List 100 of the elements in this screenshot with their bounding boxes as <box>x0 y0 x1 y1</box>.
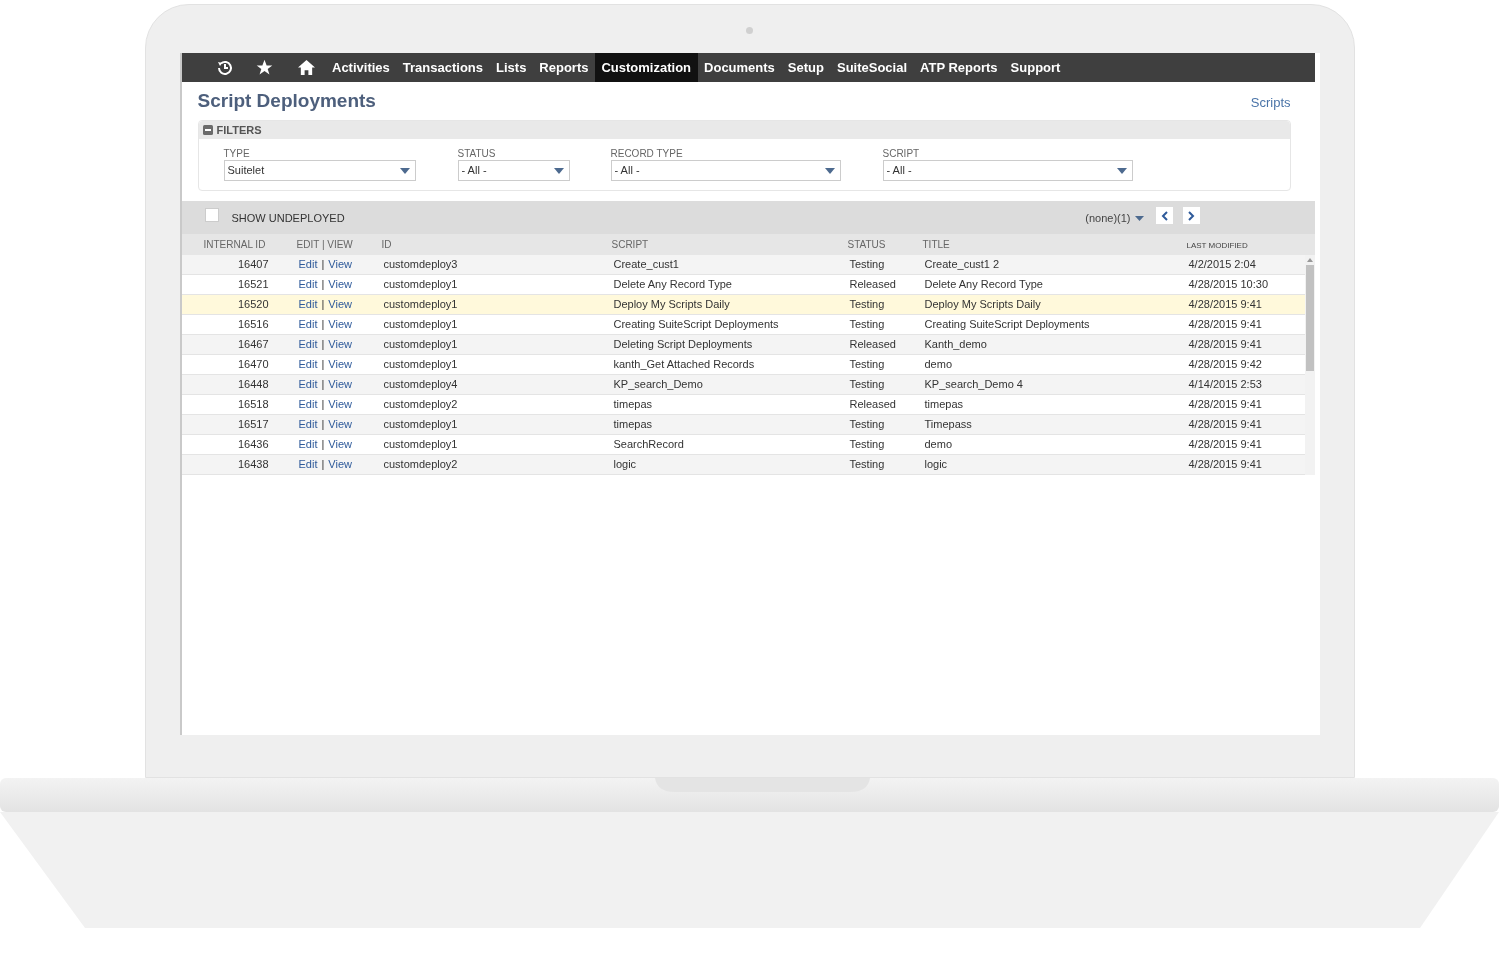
table-cell: Testing <box>849 458 885 471</box>
nav-menu-item[interactable]: SuiteSocial <box>830 53 914 82</box>
dropdown-arrow-icon <box>553 167 564 174</box>
nav-menu-item[interactable]: Transactions <box>396 53 490 82</box>
table-cell: demo <box>924 358 953 371</box>
view-link[interactable]: View <box>328 336 352 353</box>
table-cell-text: 16521 <box>237 277 269 293</box>
table-cell: Delete Any Record Type <box>924 278 1043 291</box>
table-cell: Testing <box>849 358 885 371</box>
dropdown-field[interactable]: - All - <box>882 160 1133 181</box>
view-link[interactable]: View <box>328 356 352 373</box>
dropdown-arrow-icon <box>1134 216 1144 221</box>
table-cell: Testing <box>849 318 885 331</box>
nav-menu-item[interactable]: Activities <box>325 53 397 82</box>
table-cell: Creating SuiteScript Deployments <box>613 318 779 331</box>
previous-page-button[interactable] <box>1155 207 1173 224</box>
edit-link[interactable]: Edit <box>298 376 318 393</box>
dropdown-field[interactable]: - All - <box>610 160 841 181</box>
table-row[interactable]: 16517 Edit | View customdeploy1 timepas Testing Timepass 4/28/2015 9:41 <box>181 415 1305 435</box>
scripts-link[interactable]: Scripts <box>1250 93 1291 113</box>
column-header[interactable]: SCRIPT <box>611 239 649 250</box>
edit-link[interactable]: Edit <box>298 276 318 293</box>
nav-menu-item[interactable]: Lists <box>489 53 533 82</box>
dropdown-field[interactable]: Suitelet <box>223 160 416 181</box>
view-link[interactable]: View <box>328 456 352 473</box>
filters-header[interactable]: FILTERS <box>198 121 1290 139</box>
edit-link[interactable]: Edit <box>298 436 318 453</box>
table-cell: SearchRecord <box>613 438 684 451</box>
table-cell: timepas <box>924 398 964 411</box>
edit-link[interactable]: Edit <box>298 296 318 313</box>
table-cell: Deploy My Scripts Daily <box>613 298 730 311</box>
edit-link[interactable]: Edit <box>298 416 318 433</box>
scrollbar-thumb[interactable] <box>1305 265 1314 371</box>
dropdown-arrow-icon <box>824 167 835 174</box>
table-row[interactable]: 16438 Edit | View customdeploy2 logic Testing logic 4/28/2015 9:41 <box>181 455 1305 475</box>
table-cell: kanth_Get Attached Records <box>613 358 755 371</box>
column-header[interactable]: TITLE <box>922 239 950 250</box>
home-icon[interactable] <box>296 59 316 76</box>
table-cell: 4/14/2015 2:53 <box>1188 378 1262 391</box>
checkbox-label: SHOW UNDEPLOYED <box>231 211 345 227</box>
view-link[interactable]: View <box>328 276 352 293</box>
edit-link[interactable]: Edit <box>298 396 318 413</box>
history-icon[interactable] <box>215 58 234 77</box>
table-cell: Testing <box>849 438 885 451</box>
column-header[interactable]: EDIT | VIEW <box>296 239 353 250</box>
table-cell: customdeploy2 <box>383 398 458 411</box>
table-row[interactable]: 16407 Edit | View customdeploy3 Create_cust1 Testing Create_cust1 2 4/2/2015 2:04 <box>181 255 1305 275</box>
table-row[interactable]: 16448 Edit | View customdeploy4 KP_search_Demo Testing KP_search_Demo 4 4/14/2015 2:53 <box>181 375 1305 395</box>
link-separator: | <box>321 297 325 313</box>
edit-link[interactable]: Edit <box>298 316 318 333</box>
field-label: TYPE <box>223 148 251 160</box>
table-cell: Released <box>849 398 896 411</box>
table-cell: customdeploy1 <box>383 278 458 291</box>
table-cell: 4/28/2015 9:42 <box>1188 358 1262 371</box>
view-link[interactable]: View <box>328 256 352 273</box>
view-link[interactable]: View <box>328 376 352 393</box>
column-header[interactable]: LAST MODIFIED <box>1186 241 1248 250</box>
edit-link[interactable]: Edit <box>298 336 318 353</box>
checkbox[interactable] <box>204 208 219 222</box>
nav-menu-item[interactable]: Customization <box>595 53 698 82</box>
star-icon[interactable] <box>255 59 273 76</box>
view-link[interactable]: View <box>328 296 352 313</box>
table-cell: 4/28/2015 9:41 <box>1188 438 1262 451</box>
table-row[interactable]: 16467 Edit | View customdeploy1 Deleting Script Deployments Released Kanth_demo 4/28/2015 9:41 <box>181 335 1305 355</box>
view-link[interactable]: View <box>328 316 352 333</box>
nav-menu-item[interactable]: Reports <box>532 53 595 82</box>
field-label: RECORD TYPE <box>610 148 684 160</box>
table-cell: customdeploy3 <box>383 258 458 271</box>
view-link[interactable]: View <box>328 416 352 433</box>
view-link[interactable]: View <box>328 396 352 413</box>
table-cell: Testing <box>849 298 885 311</box>
dropdown-field[interactable]: - All - <box>457 160 570 181</box>
page-select[interactable]: (none)(1) <box>1085 210 1144 227</box>
table-cell: Released <box>849 278 896 291</box>
collapse-icon[interactable] <box>202 125 213 135</box>
table-cell: Create_cust1 <box>613 258 679 271</box>
table-cell: demo <box>924 438 953 451</box>
view-link[interactable]: View <box>328 436 352 453</box>
table-cell: 4/28/2015 9:41 <box>1188 418 1262 431</box>
nav-menu-item[interactable]: Setup <box>781 53 831 82</box>
link-separator: | <box>321 437 325 453</box>
scrollbar[interactable] <box>1304 255 1315 475</box>
scroll-up-arrow-icon[interactable] <box>1306 258 1313 262</box>
nav-menu-item[interactable]: Support <box>1004 53 1067 82</box>
table-cell: 4/28/2015 10:30 <box>1188 278 1269 291</box>
nav-menu-item[interactable]: Documents <box>697 53 782 82</box>
table-cell: Deploy My Scripts Daily <box>924 298 1041 311</box>
table-row[interactable]: 16520 Edit | View customdeploy1 Deploy My Scripts Daily Testing Deploy My Scripts Daily 4/28/2015 9:41 <box>181 295 1305 315</box>
column-header[interactable]: ID <box>381 239 392 250</box>
nav-menu-item[interactable]: ATP Reports <box>913 53 1005 82</box>
table-cell: customdeploy1 <box>383 438 458 451</box>
column-header[interactable]: STATUS <box>847 239 886 250</box>
table-cell-text: 16517 <box>237 417 269 433</box>
edit-link[interactable]: Edit <box>298 356 318 373</box>
next-page-button[interactable] <box>1182 207 1200 224</box>
table-cell: Deleting Script Deployments <box>613 338 753 351</box>
edit-link[interactable]: Edit <box>298 456 318 473</box>
column-header[interactable]: INTERNAL ID <box>203 239 266 250</box>
edit-link[interactable]: Edit <box>298 256 318 273</box>
table-cell: logic <box>924 458 948 471</box>
